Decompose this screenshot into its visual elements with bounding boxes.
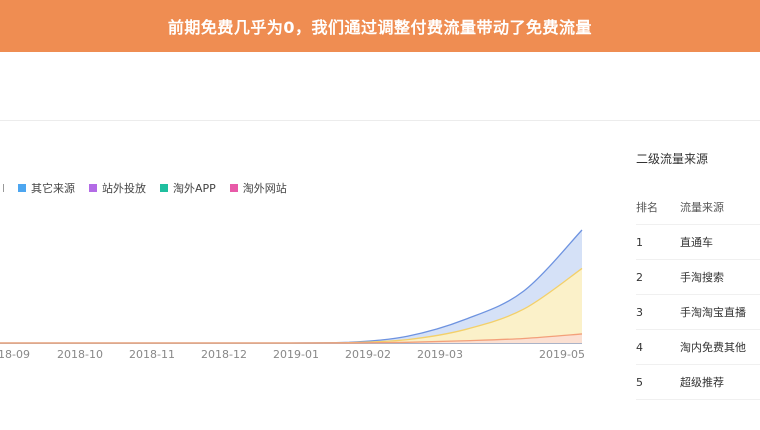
row-rank: 2 xyxy=(636,270,643,284)
legend-swatch-offsite-ads xyxy=(89,184,97,192)
x-tick-label: 18-09 xyxy=(0,348,30,361)
legend-swatch-external-app xyxy=(160,184,168,192)
legend-label-external-app: 淘外APP xyxy=(173,182,216,195)
side-panel-title: 二级流量来源 xyxy=(636,152,709,166)
row-rank: 4 xyxy=(636,340,643,354)
x-tick-label: 2019-05 xyxy=(539,348,585,361)
header-banner: 前期免费几乎为0，我们通过调整付费流量带动了免费流量 xyxy=(0,0,760,52)
banner-title: 前期免费几乎为0，我们通过调整付费流量带动了免费流量 xyxy=(167,18,593,37)
header-rank: 排名 xyxy=(636,201,658,214)
x-tick-label: 2019-03 xyxy=(417,348,463,361)
legend-label-other-source: 其它来源 xyxy=(31,182,75,195)
legend-item-external-app[interactable]: 淘外APP xyxy=(160,180,216,196)
table-row[interactable]: 1 直通车 xyxy=(636,225,760,260)
table-row[interactable]: 2 手淘搜索 xyxy=(636,260,760,295)
table-header-row: 排名 流量来源 xyxy=(636,190,760,225)
traffic-source-table: 排名 流量来源 1 直通车 2 手淘搜索 3 手淘淘宝直播 4 淘内免费其他 5… xyxy=(636,190,760,400)
legend-cut-off-edge xyxy=(0,183,4,192)
legend-label-external-site: 淘外网站 xyxy=(242,182,287,195)
legend-swatch-external-site xyxy=(229,184,238,192)
legend-item-other-source[interactable]: 其它来源 xyxy=(18,180,75,196)
legend-label-offsite-ads: 站外投放 xyxy=(102,182,146,195)
table-row[interactable]: 3 手淘淘宝直播 xyxy=(636,295,760,330)
row-source: 手淘淘宝直播 xyxy=(680,306,746,319)
row-rank: 5 xyxy=(636,375,643,389)
table-row[interactable]: 4 淘内免费其他 xyxy=(636,330,760,365)
legend-item-offsite-ads[interactable]: 站外投放 xyxy=(89,180,146,196)
x-tick-label: 2018-10 xyxy=(57,348,103,361)
x-tick-label: 2018-12 xyxy=(201,348,247,361)
traffic-area-chart: 18-09 2018-10 2018-11 2018-12 2019-01 2019-02… xyxy=(0,229,585,361)
row-rank: 1 xyxy=(636,235,643,249)
row-source: 淘内免费其他 xyxy=(680,341,746,354)
table-row[interactable]: 5 超级推荐 xyxy=(636,365,760,400)
legend-swatch-other-source xyxy=(18,184,26,192)
row-rank: 3 xyxy=(636,305,643,319)
header-source: 流量来源 xyxy=(680,201,724,214)
x-tick-label: 2018-11 xyxy=(129,348,175,361)
x-tick-label: 2019-01 xyxy=(273,348,319,361)
legend-item-cut-off[interactable] xyxy=(0,182,4,195)
chart-legend: 其它来源 站外投放 淘外APP 淘外网站 xyxy=(0,180,301,196)
section-divider xyxy=(0,120,760,121)
row-source: 手淘搜索 xyxy=(680,271,724,284)
row-source: 超级推荐 xyxy=(680,376,724,389)
series-area-1 xyxy=(0,268,582,343)
row-source: 直通车 xyxy=(680,236,713,249)
legend-item-external-site[interactable]: 淘外网站 xyxy=(229,180,287,196)
x-tick-label: 2019-02 xyxy=(345,348,391,361)
